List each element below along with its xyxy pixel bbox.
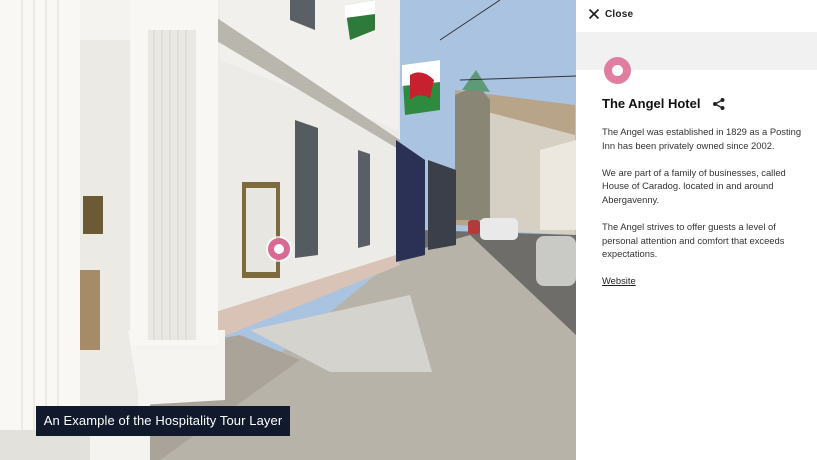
- share-icon[interactable]: [712, 97, 726, 111]
- street-scene: [0, 0, 576, 460]
- description-paragraph: The Angel was established in 1829 as a P…: [602, 126, 802, 151]
- tour-hotspot-marker[interactable]: [268, 238, 290, 260]
- description-paragraph: The Angel strives to offer guests a leve…: [602, 220, 785, 260]
- description-paragraph: We are part of a family of businesses, c…: [602, 166, 786, 205]
- panel-description: The Angel was established in 1829 as a P…: [602, 125, 802, 288]
- info-panel: Close The Angel Hotel The Angel was esta…: [576, 0, 817, 460]
- close-icon: [588, 8, 600, 20]
- website-link[interactable]: Website: [602, 275, 636, 286]
- tour-caption: An Example of the Hospitality Tour Layer: [36, 406, 290, 436]
- close-label: Close: [605, 8, 634, 20]
- title-row: The Angel Hotel: [602, 96, 726, 111]
- close-button[interactable]: Close: [588, 6, 633, 22]
- panel-title: The Angel Hotel: [602, 96, 701, 111]
- tour-viewport[interactable]: An Example of the Hospitality Tour Layer: [0, 0, 576, 460]
- location-marker-icon: [604, 57, 631, 84]
